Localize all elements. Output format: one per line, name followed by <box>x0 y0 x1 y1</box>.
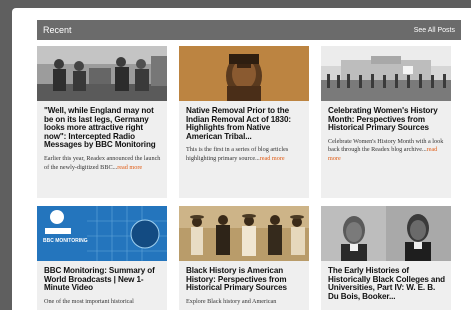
post-title[interactable]: Native Removal Prior to the Indian Remov… <box>186 106 303 141</box>
section-title: Recent <box>43 25 72 35</box>
post-card[interactable]: Celebrating Women's History Month: Persp… <box>321 46 451 198</box>
post-thumbnail[interactable] <box>321 206 451 261</box>
post-excerpt-text: Earlier this year, Readex announced the … <box>44 154 161 171</box>
read-more-link[interactable]: read more <box>117 164 142 171</box>
post-excerpt: Celebrate Women's History Month with a l… <box>328 138 445 164</box>
post-thumbnail[interactable] <box>179 46 309 101</box>
post-title[interactable]: "Well, while England may not be on its l… <box>44 106 161 150</box>
historical-photo-soldiers-icon <box>37 46 167 101</box>
historical-photo-group-icon <box>179 206 309 261</box>
post-thumbnail[interactable] <box>321 46 451 101</box>
portraits-du-bois-washington-icon <box>321 206 451 261</box>
section-header: Recent See All Posts <box>37 20 461 40</box>
post-excerpt: Explore Black history and American <box>186 298 303 307</box>
post-excerpt: One of the most important historical <box>44 298 161 307</box>
post-title[interactable]: The Early Histories of Historically Blac… <box>328 266 445 301</box>
read-more-link[interactable]: read more <box>260 155 285 162</box>
post-title[interactable]: Celebrating Women's History Month: Persp… <box>328 106 445 133</box>
recent-posts-panel: Recent See All Posts "Well, while Englan… <box>12 8 471 310</box>
post-thumbnail[interactable] <box>37 46 167 101</box>
post-card[interactable]: The Early Histories of Historically Blac… <box>321 206 451 310</box>
bbc-badge-text: BBC MONITORING <box>43 238 88 244</box>
post-card[interactable]: BBC MONITORING BBC Monitoring: Summary o… <box>37 206 167 310</box>
bbc-monitoring-graphic-icon <box>37 206 167 261</box>
historical-photo-white-house-protest-icon <box>321 46 451 101</box>
portrait-native-american-icon <box>179 46 309 101</box>
post-excerpt-text: Explore Black history and American <box>186 297 277 305</box>
post-title[interactable]: BBC Monitoring: Summary of World Broadca… <box>44 266 161 293</box>
post-thumbnail[interactable]: BBC MONITORING <box>37 206 167 261</box>
see-all-posts-link[interactable]: See All Posts <box>414 27 455 34</box>
post-card[interactable]: "Well, while England may not be on its l… <box>37 46 167 198</box>
post-title[interactable]: Black History is American History: Persp… <box>186 266 303 293</box>
post-thumbnail[interactable] <box>179 206 309 261</box>
post-excerpt: Earlier this year, Readex announced the … <box>44 155 161 172</box>
post-excerpt-text: One of the most important historical <box>44 297 134 305</box>
post-card[interactable]: Native Removal Prior to the Indian Remov… <box>179 46 309 198</box>
post-excerpt: This is the first in a series of blog ar… <box>186 146 303 163</box>
post-card[interactable]: Black History is American History: Persp… <box>179 206 309 310</box>
